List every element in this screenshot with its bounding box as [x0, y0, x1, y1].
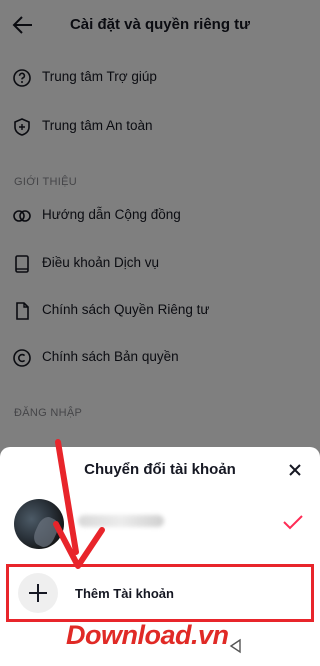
avatar: [14, 499, 64, 549]
checkmark-icon: [283, 515, 303, 530]
watermark-logo: Download.vn: [66, 620, 229, 651]
account-name-blurred: [78, 515, 164, 527]
add-account-button[interactable]: Thêm Tài khoản: [6, 564, 314, 622]
add-account-circle: [18, 573, 58, 613]
sheet-title: Chuyển đổi tài khoản: [84, 461, 236, 478]
plus-icon: [29, 584, 47, 602]
nav-back-icon[interactable]: [228, 638, 244, 654]
account-row[interactable]: [0, 495, 320, 555]
watermark-text: Download: [66, 620, 192, 650]
close-icon[interactable]: [286, 461, 304, 479]
watermark-suffix: .vn: [191, 620, 229, 650]
add-account-label: Thêm Tài khoản: [75, 586, 174, 601]
